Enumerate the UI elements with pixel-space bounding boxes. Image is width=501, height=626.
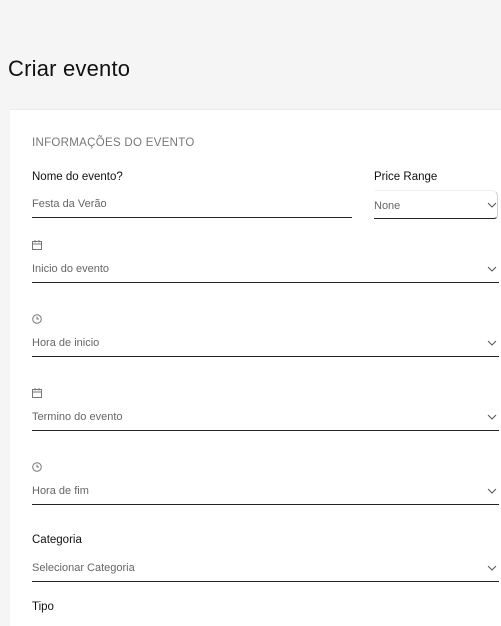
- start-time-input[interactable]: Hora de inicio: [32, 334, 499, 357]
- end-time-input[interactable]: Hora de fim: [32, 482, 499, 505]
- event-name-value: Festa da Verão: [32, 198, 107, 210]
- top-strip: [0, 0, 501, 110]
- chevron-down-icon: [487, 265, 497, 273]
- price-range-select[interactable]: None: [374, 190, 498, 219]
- category-value: Selecionar Categoria: [32, 562, 135, 574]
- event-name-underline: [32, 217, 352, 218]
- chevron-down-icon: [487, 564, 497, 572]
- category-select[interactable]: Selecionar Categoria: [32, 559, 499, 582]
- clock-icon: [32, 462, 42, 472]
- calendar-icon: [32, 388, 42, 398]
- section-title: INFORMAÇÕES DO EVENTO: [32, 137, 195, 149]
- event-form-card: INFORMAÇÕES DO EVENTO Nome do evento? Fe…: [10, 109, 501, 626]
- category-label: Categoria: [32, 534, 82, 546]
- chevron-down-icon: [487, 413, 497, 421]
- chevron-down-icon: [487, 487, 497, 495]
- start-time-underline: [32, 356, 499, 357]
- chevron-down-icon: [487, 339, 497, 347]
- end-time-underline: [32, 504, 499, 505]
- end-date-value: Termino do evento: [32, 411, 123, 423]
- start-date-underline: [32, 282, 499, 283]
- clock-icon: [32, 314, 42, 324]
- type-label: Tipo: [32, 601, 54, 613]
- end-time-value: Hora de fim: [32, 485, 89, 497]
- price-range-value: None: [374, 200, 401, 212]
- calendar-icon: [32, 240, 42, 250]
- event-name-input[interactable]: Festa da Verão: [32, 192, 352, 218]
- price-range-label: Price Range: [374, 171, 438, 183]
- start-date-value: Inicio do evento: [32, 263, 110, 275]
- event-name-label: Nome do evento?: [32, 171, 123, 183]
- end-date-input[interactable]: Termino do evento: [32, 408, 499, 431]
- chevron-down-icon: [487, 201, 497, 209]
- start-date-input[interactable]: Inicio do evento: [32, 260, 499, 283]
- category-underline: [32, 581, 499, 582]
- start-time-value: Hora de inicio: [32, 337, 100, 349]
- end-date-underline: [32, 430, 499, 431]
- page-title: Criar evento: [8, 56, 131, 81]
